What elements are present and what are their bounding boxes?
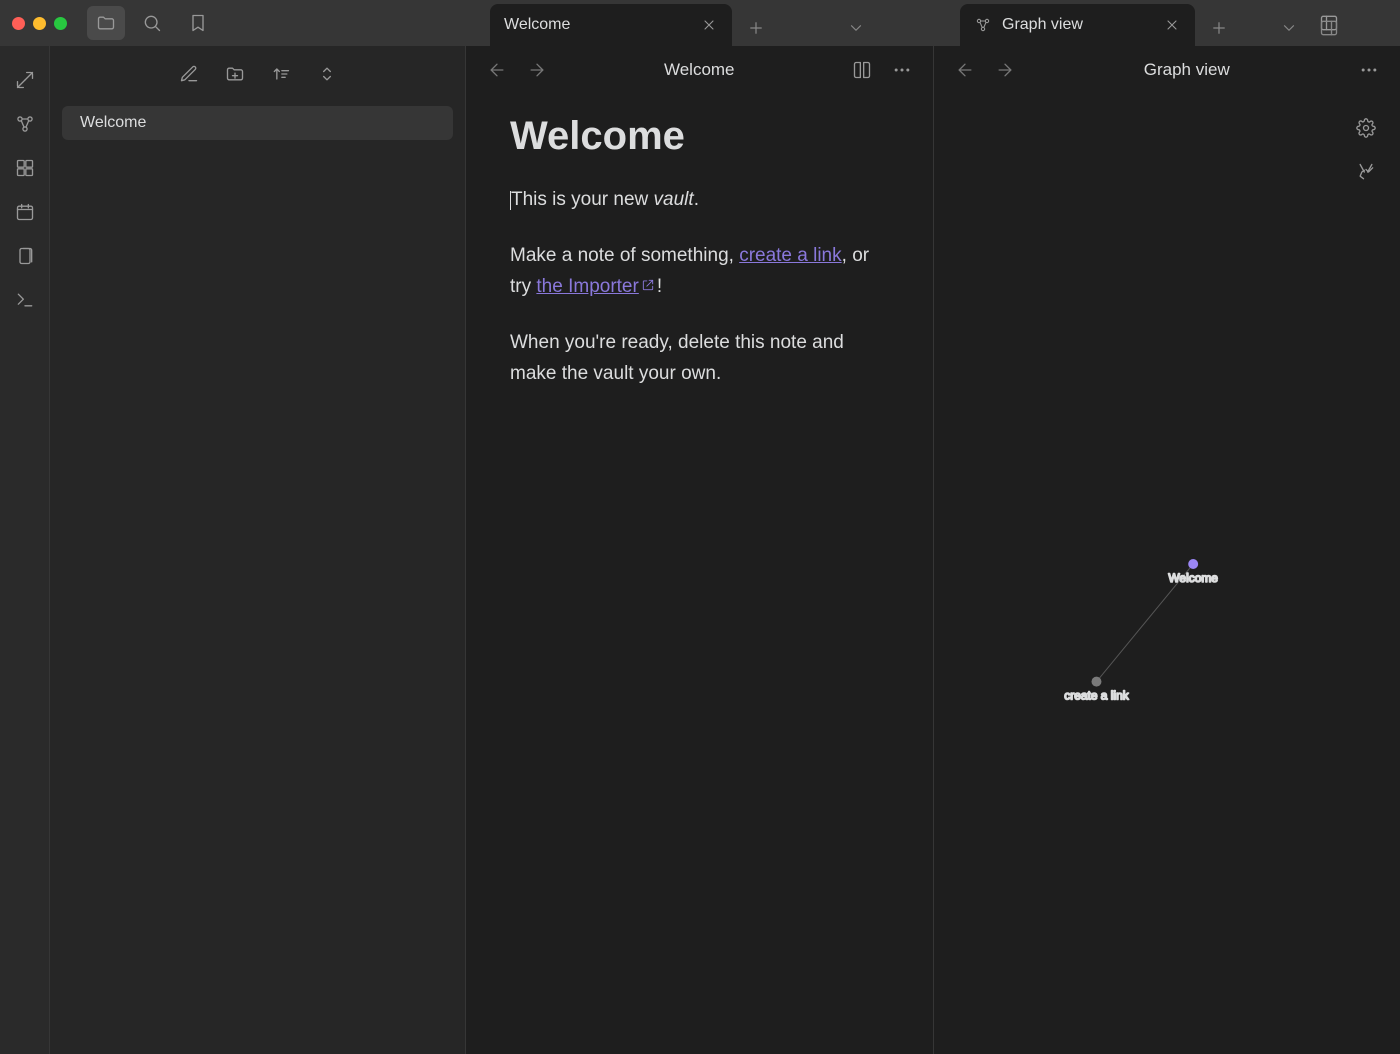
editor-pane: Welcome Welcome This is your new vault. … xyxy=(466,46,934,1054)
pane-title: Welcome xyxy=(560,60,839,80)
tab-graph-view[interactable]: Graph view xyxy=(960,4,1195,46)
file-tree: Welcome xyxy=(50,102,465,144)
note-content[interactable]: Welcome This is your new vault. Make a n… xyxy=(466,94,933,1054)
graph-node-create-link[interactable] xyxy=(1091,677,1101,687)
quick-switcher-icon[interactable] xyxy=(7,62,43,98)
tab-group-right: Graph view xyxy=(960,0,1347,46)
nav-forward-icon[interactable] xyxy=(520,53,554,87)
file-explorer-toolbar xyxy=(50,46,465,102)
note-paragraph: This is your new vault. xyxy=(510,185,889,215)
new-note-icon[interactable] xyxy=(172,57,206,91)
graph-filter-icon[interactable] xyxy=(1348,154,1384,190)
titlebar-left-icons xyxy=(87,6,217,40)
nav-forward-icon[interactable] xyxy=(988,53,1022,87)
file-item-welcome[interactable]: Welcome xyxy=(62,106,453,140)
note-paragraph: When you're ready, delete this note and … xyxy=(510,328,889,389)
tab-label: Graph view xyxy=(1002,16,1083,34)
close-window-button[interactable] xyxy=(12,17,25,30)
maximize-window-button[interactable] xyxy=(54,17,67,30)
graph-node-label: Welcome xyxy=(1168,571,1218,585)
external-link-icon xyxy=(641,278,657,294)
graph-pane: Graph view Welcome xyxy=(934,46,1400,1054)
panes-container: Welcome Welcome This is your new vault. … xyxy=(466,46,1400,1054)
bookmark-icon[interactable] xyxy=(179,6,217,40)
daily-note-icon[interactable] xyxy=(7,194,43,230)
search-icon[interactable] xyxy=(133,6,171,40)
file-explorer-sidebar: Welcome xyxy=(50,46,466,1054)
left-ribbon xyxy=(0,46,50,1054)
reading-mode-icon[interactable] xyxy=(845,53,879,87)
new-tab-button[interactable] xyxy=(738,10,774,46)
graph-icon xyxy=(974,16,992,34)
graph-settings-icon[interactable] xyxy=(1348,110,1384,146)
graph-pane-header: Graph view xyxy=(934,46,1400,94)
pane-title: Graph view xyxy=(1028,60,1347,80)
minimize-window-button[interactable] xyxy=(33,17,46,30)
note-title: Welcome xyxy=(510,114,889,159)
right-sidebar-toggle-icon[interactable] xyxy=(1311,10,1347,46)
tab-group-left: Welcome xyxy=(490,0,874,46)
nav-back-icon[interactable] xyxy=(948,53,982,87)
canvas-icon[interactable] xyxy=(7,150,43,186)
note-paragraph: Make a note of something, create a link,… xyxy=(510,241,889,302)
files-icon[interactable] xyxy=(87,6,125,40)
collapse-icon[interactable] xyxy=(310,57,344,91)
more-options-icon[interactable] xyxy=(885,53,919,87)
graph-canvas[interactable]: Welcome create a link xyxy=(934,94,1400,1054)
graph-node-label: create a link xyxy=(1064,689,1128,703)
close-icon[interactable] xyxy=(700,16,718,34)
templates-icon[interactable] xyxy=(7,238,43,274)
more-options-icon[interactable] xyxy=(1352,53,1386,87)
tab-dropdown-button[interactable] xyxy=(838,10,874,46)
sort-icon[interactable] xyxy=(264,57,298,91)
editor-pane-header: Welcome xyxy=(466,46,933,94)
tab-label: Welcome xyxy=(504,16,570,34)
nav-back-icon[interactable] xyxy=(480,53,514,87)
tab-dropdown-button[interactable] xyxy=(1271,10,1307,46)
titlebar: Welcome Graph view xyxy=(0,0,1400,46)
new-folder-icon[interactable] xyxy=(218,57,252,91)
graph-view-icon[interactable] xyxy=(7,106,43,142)
graph-controls xyxy=(1348,110,1384,190)
new-tab-button[interactable] xyxy=(1201,10,1237,46)
graph-node-welcome[interactable] xyxy=(1188,559,1198,569)
file-name: Welcome xyxy=(80,114,146,131)
graph-svg: Welcome create a link xyxy=(934,94,1400,1054)
note-body: This is your new vault. Make a note of s… xyxy=(510,185,889,389)
window-controls xyxy=(12,17,67,30)
close-icon[interactable] xyxy=(1163,16,1181,34)
main: Welcome Welcome xyxy=(0,46,1400,1054)
internal-link-create[interactable]: create a link xyxy=(739,245,841,266)
tab-welcome[interactable]: Welcome xyxy=(490,4,732,46)
external-link-importer[interactable]: the Importer xyxy=(536,276,656,297)
command-palette-icon[interactable] xyxy=(7,282,43,318)
